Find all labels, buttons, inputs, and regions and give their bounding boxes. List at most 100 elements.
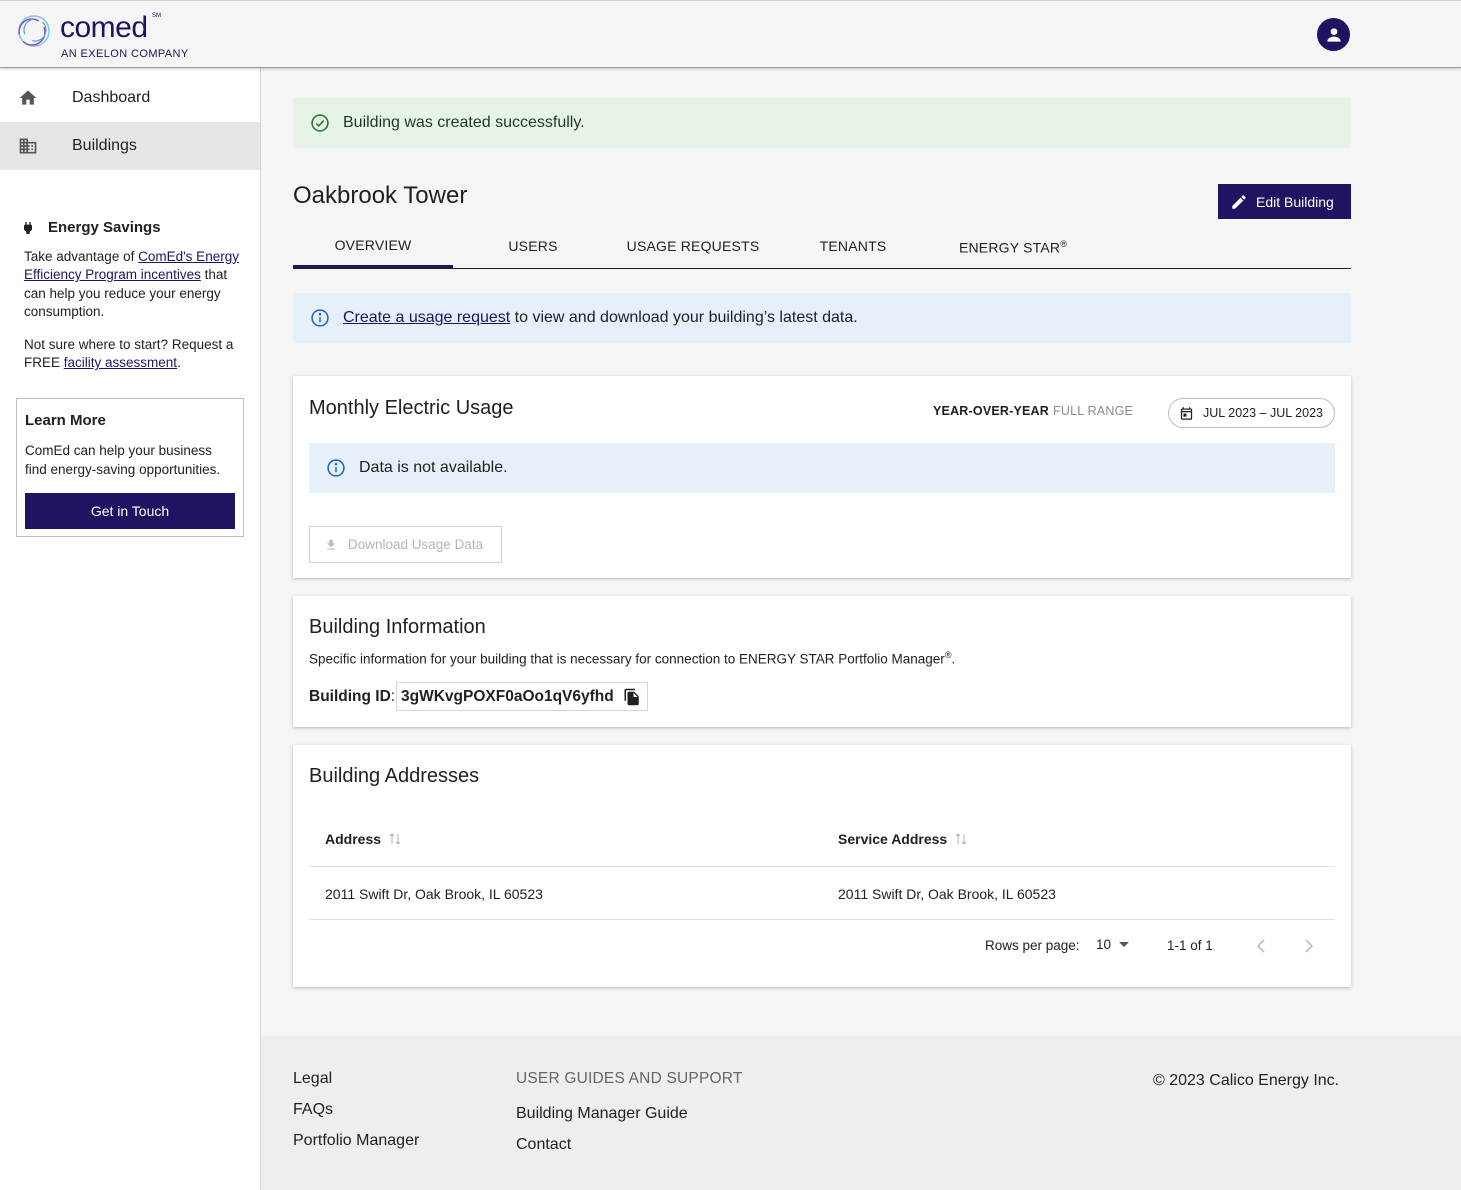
date-range-value: JUL 2023 – JUL 2023 <box>1203 406 1323 420</box>
footer-link-portfolio-manager[interactable]: Portfolio Manager <box>293 1132 419 1150</box>
tab-label: OVERVIEW <box>334 236 412 253</box>
edit-building-button[interactable]: Edit Building <box>1218 184 1351 219</box>
building-addresses-title: Building Addresses <box>309 765 480 787</box>
home-icon <box>19 90 37 105</box>
logo-service-mark: SM <box>152 13 161 19</box>
comed-logo[interactable]: comed SM AN EXELON COMPANY <box>14 9 194 63</box>
registered-mark: ® <box>1060 239 1068 250</box>
sidebar-item-label: Buildings <box>72 137 137 154</box>
tab-users[interactable]: USERS <box>453 224 613 268</box>
monthly-usage-title: Monthly Electric Usage <box>309 397 514 419</box>
get-in-touch-button[interactable]: Get in Touch <box>25 493 235 529</box>
no-data-alert: Data is not available. <box>309 443 1335 493</box>
pencil-icon <box>1232 194 1246 209</box>
learn-more-description: ComEd can help your business find energy… <box>25 443 221 477</box>
learn-more-title: Learn More <box>25 412 106 429</box>
energy-savings-title: Energy Savings <box>48 219 161 236</box>
service-address-cell: 2011 Swift Dr, Oak Brook, IL 60523 <box>838 886 1056 902</box>
logo-mark-icon <box>18 15 50 47</box>
footer-link-contact[interactable]: Contact <box>516 1136 571 1154</box>
savings-paragraph: Take advantage of ComEd's Energy Efficie… <box>24 248 244 322</box>
create-usage-request-link[interactable]: Create a usage request <box>343 309 510 326</box>
download-usage-data-button[interactable]: Download Usage Data <box>309 526 502 563</box>
calendar-icon <box>1180 406 1193 420</box>
logo-wordmark: comed <box>60 11 148 44</box>
success-alert: Building was created successfully. <box>293 98 1351 148</box>
rows-per-page-value: 10 <box>1096 937 1112 952</box>
user-icon <box>1326 27 1341 42</box>
tab-tenants[interactable]: TENANTS <box>773 224 933 268</box>
tab-overview[interactable]: OVERVIEW <box>293 224 453 268</box>
download-usage-data-label: Download Usage Data <box>348 537 484 552</box>
column-header-label: Address <box>325 831 382 847</box>
sort-icon <box>389 833 401 845</box>
page-title: Oakbrook Tower <box>293 182 468 209</box>
footer-link-building-manager-guide[interactable]: Building Manager Guide <box>516 1105 688 1123</box>
table-divider <box>309 866 1335 867</box>
check-circle-icon <box>311 114 329 132</box>
info-icon <box>327 459 345 477</box>
building-information-end: . <box>951 651 956 667</box>
sidebar-item-buildings[interactable]: Buildings <box>0 122 260 170</box>
column-header-service-address[interactable]: Service Address <box>838 831 967 847</box>
building-icon <box>19 138 37 154</box>
success-alert-text: Building was created successfully. <box>343 114 585 131</box>
building-id-label-wrap: Building ID: <box>309 688 395 706</box>
building-id-label: Building ID <box>309 688 391 705</box>
year-over-year-toggle[interactable]: YEAR-OVER-YEAR <box>933 404 1049 418</box>
tab-label: USAGE REQUESTS <box>626 238 760 254</box>
rows-per-page-select[interactable]: 10 <box>1096 937 1130 952</box>
usage-request-alert: Create a usage request to view and downl… <box>293 293 1351 343</box>
building-tabs: OVERVIEW USERS USAGE REQUESTS TENANTS EN… <box>293 224 1351 269</box>
assessment-text: . <box>177 355 181 370</box>
full-range-toggle[interactable]: FULL RANGE <box>1053 404 1133 418</box>
sidebar: Dashboard Buildings Energy Savings Take … <box>0 67 261 1190</box>
sidebar-item-label: Dashboard <box>72 89 151 106</box>
download-icon <box>326 539 336 550</box>
building-information-title: Building Information <box>309 616 486 638</box>
address-cell: 2011 Swift Dr, Oak Brook, IL 60523 <box>325 886 543 902</box>
savings-text: Take advantage of <box>24 248 139 264</box>
sort-icon <box>955 833 967 845</box>
previous-page-icon[interactable] <box>1256 939 1266 953</box>
facility-assessment-link[interactable]: facility assessment <box>64 355 177 370</box>
footer-copyright: © 2023 Calico Energy Inc. <box>1153 1072 1340 1089</box>
column-header-address[interactable]: Address <box>325 831 401 847</box>
building-id-colon: : <box>390 688 396 705</box>
page-footer: Legal FAQs Portfolio Manager USER GUIDES… <box>261 1036 1461 1190</box>
footer-link-faqs[interactable]: FAQs <box>293 1101 333 1119</box>
column-header-label: Service Address <box>838 831 948 847</box>
usage-request-alert-text: Create a usage request to view and downl… <box>343 309 858 327</box>
plug-icon <box>24 222 32 235</box>
energy-savings-section: Energy Savings Take advantage of ComEd's… <box>24 219 244 387</box>
usage-request-alert-rest: to view and download your building’s lat… <box>510 309 858 326</box>
monthly-usage-card: Monthly Electric Usage YEAR-OVER-YEAR FU… <box>293 376 1351 578</box>
tab-label: USERS <box>508 238 558 254</box>
building-id-field[interactable]: 3gWKvgPOXF0aOo1qV6yfhd <box>396 682 648 711</box>
assessment-paragraph: Not sure where to start? Request a FREE … <box>24 336 244 373</box>
copy-icon[interactable] <box>623 688 641 706</box>
info-icon <box>311 309 329 327</box>
building-information-text: Specific information for your building t… <box>309 651 945 667</box>
pagination-info: 1-1 of 1 <box>1167 938 1213 953</box>
building-addresses-card: Building Addresses Address Service Addre… <box>293 745 1351 987</box>
tab-label: ENERGY STAR <box>958 239 1061 256</box>
building-id-value: 3gWKvgPOXF0aOo1qV6yfhd <box>401 687 614 705</box>
date-range-picker[interactable]: JUL 2023 – JUL 2023 <box>1168 398 1335 428</box>
logo-tagline: AN EXELON COMPANY <box>61 48 189 60</box>
building-information-description: Specific information for your building t… <box>309 650 955 667</box>
tab-usage-requests[interactable]: USAGE REQUESTS <box>613 224 773 268</box>
user-account-button[interactable] <box>1317 18 1350 51</box>
energy-savings-heading: Energy Savings <box>24 219 244 238</box>
footer-link-legal[interactable]: Legal <box>293 1070 332 1088</box>
learn-more-card: Learn More ComEd can help your business … <box>16 398 244 537</box>
no-data-text: Data is not available. <box>359 459 508 476</box>
app-header: comed SM AN EXELON COMPANY <box>0 0 1461 68</box>
sidebar-item-dashboard[interactable]: Dashboard <box>0 74 260 122</box>
tab-energy-star[interactable]: ENERGY STAR® <box>933 224 1093 268</box>
next-page-icon[interactable] <box>1304 939 1314 953</box>
table-divider <box>309 919 1335 920</box>
rows-per-page-label: Rows per page: <box>985 938 1080 953</box>
tab-label: TENANTS <box>819 238 887 254</box>
chevron-down-icon <box>1119 941 1130 947</box>
